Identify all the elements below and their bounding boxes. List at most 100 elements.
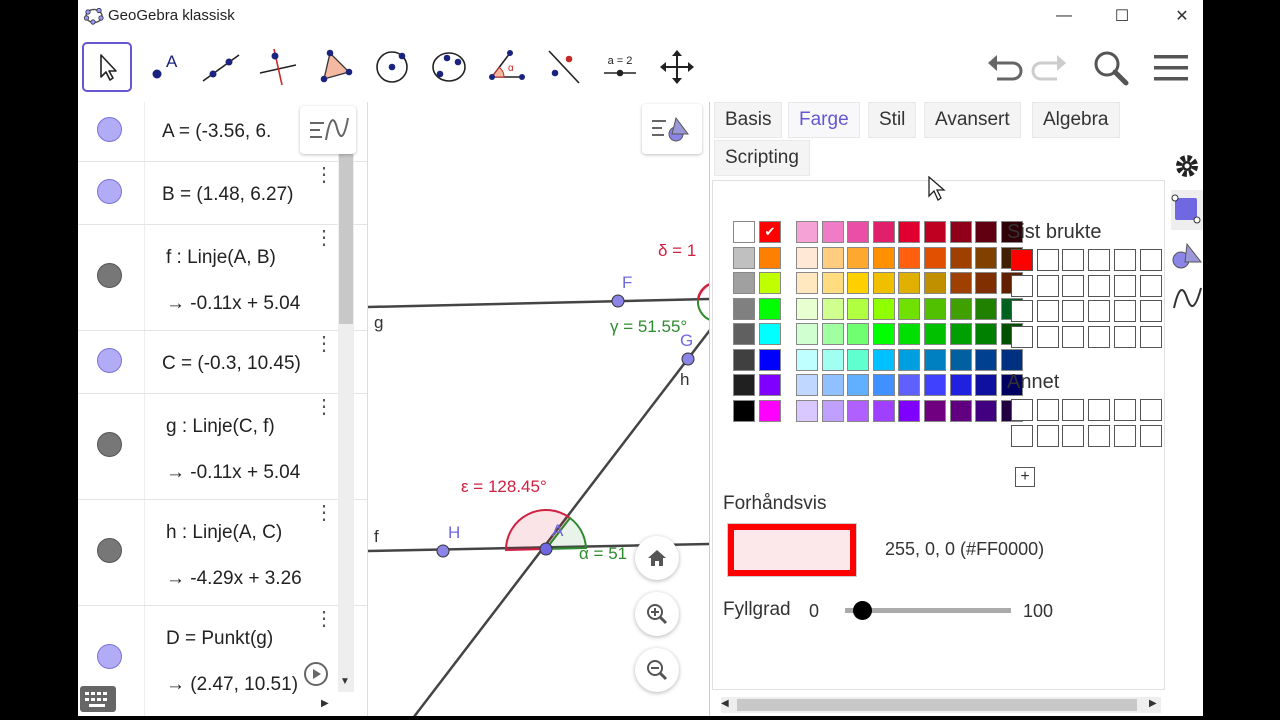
- visibility-toggle[interactable]: [97, 432, 122, 457]
- reflect-tool-button[interactable]: [538, 42, 588, 92]
- color-swatch[interactable]: [975, 348, 998, 371]
- search-button[interactable]: [1090, 48, 1132, 88]
- algebra-row-g[interactable]: g : Linje(C, f) → -0.11x + 5.04 ⋮: [78, 394, 367, 500]
- color-swatch[interactable]: [924, 374, 946, 396]
- point-F[interactable]: [611, 294, 625, 308]
- color-swatch[interactable]: [872, 348, 895, 371]
- color-swatch[interactable]: [821, 348, 844, 371]
- color-swatch[interactable]: [733, 348, 755, 371]
- recent-color-cell[interactable]: [1011, 274, 1033, 297]
- color-swatch[interactable]: [821, 246, 844, 269]
- fill-slider[interactable]: [845, 601, 1011, 620]
- color-swatch[interactable]: [872, 374, 895, 396]
- color-swatch[interactable]: [847, 348, 870, 371]
- line-tool-button[interactable]: [196, 42, 246, 92]
- polygon-tool-button[interactable]: [310, 42, 360, 92]
- other-color-cell[interactable]: [1113, 399, 1136, 421]
- recent-color-cell[interactable]: [1139, 325, 1162, 348]
- more-options-icon[interactable]: ⋮: [314, 397, 334, 426]
- color-swatch[interactable]: [924, 297, 946, 320]
- zoom-out-button[interactable]: [635, 648, 679, 692]
- recent-color-cell[interactable]: [1011, 249, 1033, 271]
- play-animation-button[interactable]: [304, 662, 328, 686]
- color-swatch[interactable]: [733, 246, 755, 269]
- other-color-cell[interactable]: [1088, 424, 1111, 447]
- graphics-view[interactable]: F G H A g h f δ = 1 γ = 51.55° ε = 128.4…: [368, 102, 710, 716]
- color-swatch[interactable]: [847, 297, 870, 320]
- angle-gamma-arc[interactable]: [696, 299, 710, 321]
- recent-color-cell[interactable]: [1088, 300, 1111, 322]
- color-swatch[interactable]: [975, 323, 998, 345]
- color-swatch[interactable]: [733, 399, 755, 422]
- point-G[interactable]: [681, 352, 695, 366]
- color-swatch[interactable]: [872, 221, 895, 243]
- color-swatch[interactable]: [796, 246, 818, 269]
- circle-tool-button[interactable]: [367, 42, 417, 92]
- undo-button[interactable]: [983, 48, 1025, 88]
- color-swatch[interactable]: [898, 272, 921, 294]
- recent-color-cell[interactable]: [1139, 249, 1162, 271]
- color-swatch[interactable]: [872, 399, 895, 422]
- color-swatch[interactable]: [821, 399, 844, 422]
- color-swatch[interactable]: [733, 323, 755, 345]
- color-swatch[interactable]: [872, 246, 895, 269]
- other-color-cell[interactable]: [1011, 424, 1033, 447]
- recent-color-cell[interactable]: [1062, 274, 1085, 297]
- recent-color-cell[interactable]: [1113, 325, 1136, 348]
- color-swatch[interactable]: [949, 323, 972, 345]
- color-swatch[interactable]: [872, 297, 895, 320]
- visibility-toggle[interactable]: [97, 644, 122, 669]
- keyboard-button[interactable]: [80, 686, 116, 712]
- recent-color-cell[interactable]: [1139, 300, 1162, 322]
- algebra-style-bar-button[interactable]: [300, 106, 356, 154]
- standard-view-button[interactable]: [635, 536, 679, 580]
- color-swatch[interactable]: [1000, 348, 1023, 371]
- line-g[interactable]: [368, 297, 710, 309]
- algebra-scrollbar[interactable]: [338, 152, 354, 692]
- color-swatch[interactable]: [898, 221, 921, 243]
- color-swatch[interactable]: [898, 374, 921, 396]
- redo-button[interactable]: [1029, 48, 1071, 88]
- more-options-icon[interactable]: ⋮: [314, 609, 334, 638]
- other-color-cell[interactable]: [1011, 399, 1033, 421]
- properties-hscrollbar[interactable]: ◀ ▶: [721, 697, 1161, 713]
- color-swatch[interactable]: [898, 348, 921, 371]
- recent-color-cell[interactable]: [1011, 300, 1033, 322]
- color-swatch[interactable]: [821, 323, 844, 345]
- color-swatch[interactable]: [821, 221, 844, 243]
- recent-color-cell[interactable]: [1036, 249, 1059, 271]
- algebra-row-f[interactable]: f : Linje(A, B) → -0.11x + 5.04 ⋮: [78, 225, 367, 331]
- perpendicular-line-tool-button[interactable]: [253, 42, 303, 92]
- color-swatch[interactable]: [924, 399, 946, 422]
- graphics-style-bar-button[interactable]: [642, 104, 702, 154]
- other-color-cell[interactable]: [1088, 399, 1111, 421]
- point-tool-button[interactable]: A: [139, 42, 189, 92]
- minimize-button[interactable]: —: [1041, 0, 1087, 32]
- move-tool-button[interactable]: [82, 42, 132, 92]
- color-swatch[interactable]: [975, 399, 998, 422]
- other-color-cell[interactable]: [1139, 399, 1162, 421]
- color-swatch[interactable]: [924, 348, 946, 371]
- recent-color-cell[interactable]: [1062, 249, 1085, 271]
- other-color-cell[interactable]: [1036, 399, 1059, 421]
- color-swatch[interactable]: [821, 374, 844, 396]
- scroll-left-icon[interactable]: ◀: [721, 698, 729, 709]
- other-color-cell[interactable]: [1062, 424, 1085, 447]
- color-swatch[interactable]: [759, 348, 781, 371]
- more-options-icon[interactable]: ⋮: [314, 228, 334, 257]
- color-swatch[interactable]: [872, 323, 895, 345]
- scroll-right-icon[interactable]: ▶: [1149, 698, 1157, 709]
- color-swatch[interactable]: [796, 348, 818, 371]
- other-color-cell[interactable]: [1036, 424, 1059, 447]
- conic-tool-button[interactable]: [424, 42, 474, 92]
- color-swatch[interactable]: [847, 272, 870, 294]
- color-swatch[interactable]: [975, 246, 998, 269]
- color-swatch[interactable]: [847, 323, 870, 345]
- more-options-icon[interactable]: ⋮: [314, 165, 334, 194]
- point-H[interactable]: [436, 544, 450, 558]
- recent-color-cell[interactable]: [1113, 300, 1136, 322]
- color-swatch[interactable]: [949, 221, 972, 243]
- color-swatch[interactable]: [821, 272, 844, 294]
- color-swatch[interactable]: [759, 374, 781, 396]
- color-swatch[interactable]: [733, 272, 755, 294]
